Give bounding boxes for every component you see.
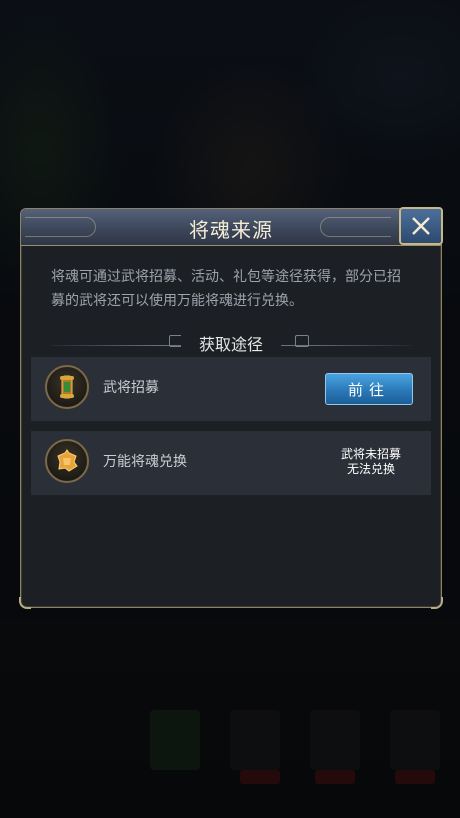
dialog-title-bar: 将魂来源 [21,209,441,246]
dialog-title: 将魂来源 [189,218,273,242]
dialog-description: 将魂可通过武将招募、活动、礼包等途径获得，部分已招募的武将还可以使用万能将魂进行… [51,269,401,309]
status-line: 无法兑换 [346,462,395,476]
row-label: 武将招募 [103,380,159,396]
status-line: 武将未招募 [340,447,401,461]
row-label: 万能将魂兑换 [103,454,187,470]
soul-source-dialog: 将魂来源 将魂可通过武将招募、活动、礼包等途径获得，部分已招募的武将还可以使用万… [19,207,443,609]
ornament-icon [295,335,309,347]
source-row-recruit: 武将招募 前往 [31,357,431,421]
close-icon [412,217,430,235]
go-button[interactable]: 前往 [325,373,413,405]
soul-puzzle-icon [45,439,89,483]
section-header: 获取途径 [51,331,411,355]
scroll-icon [45,365,89,409]
source-row-exchange: 万能将魂兑换 武将未招募 无法兑换 [31,431,431,495]
section-title: 获取途径 [181,331,281,355]
exchange-status: 武将未招募 无法兑换 [331,447,411,477]
close-button[interactable] [399,207,443,245]
